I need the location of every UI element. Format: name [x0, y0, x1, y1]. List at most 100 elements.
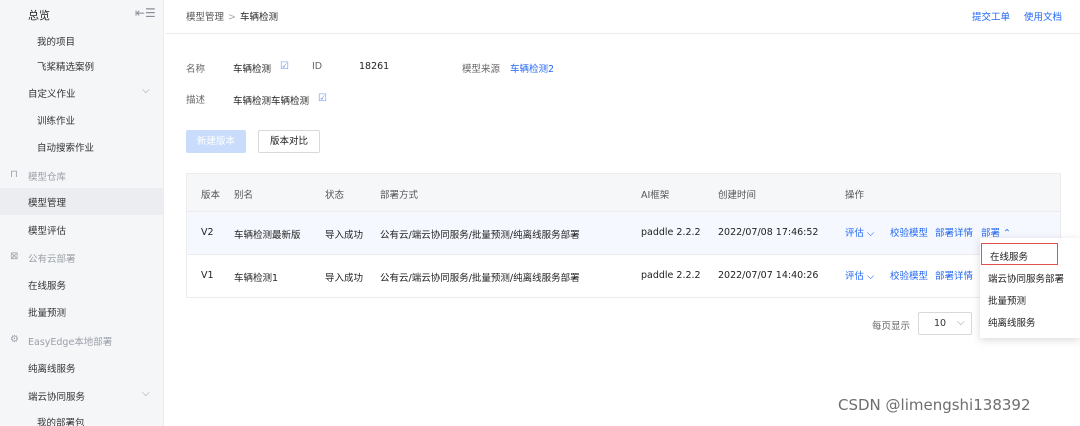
validate-model-link[interactable]: 校验模型 [890, 225, 928, 239]
version-table: 版本 别名 状态 部署方式 AI框架 创建时间 操作 V2 车辆检测最新版 导入… [186, 173, 1061, 298]
new-version-button[interactable]: 新建版本 [186, 130, 246, 153]
sidebar-item-paddle-cases[interactable]: 飞桨精选案例 [0, 52, 163, 79]
cell-version: V2 [201, 227, 214, 238]
sidebar-item-auto-search-jobs[interactable]: 自动搜索作业 [0, 133, 163, 160]
submit-ticket-link[interactable]: 提交工单 [972, 12, 1010, 23]
table-row: V1 车辆检测1 导入成功 公有云/端云协同服务/批量预测/纯离线服务部署 pa… [187, 255, 1060, 298]
evaluate-button[interactable]: 评估 ⌵ [845, 268, 874, 282]
sidebar-group-label: 模型仓库 [28, 172, 67, 183]
sidebar-item-label: 我的部署包 [37, 418, 85, 426]
edit-icon[interactable]: ☑ [318, 93, 327, 104]
sidebar-item-label: 我的项目 [37, 37, 76, 48]
dropdown-item-label: 批量预测 [988, 296, 1027, 307]
dropdown-item-label: 纯离线服务 [988, 318, 1036, 329]
dropdown-item-edge-cloud[interactable]: 端云协同服务部署 [980, 266, 1080, 288]
sidebar-item-model-management[interactable]: 模型管理 [0, 188, 163, 215]
source-label: 模型来源 [462, 64, 501, 75]
breadcrumb-current: 车辆检测 [239, 12, 278, 23]
sidebar-item-label: 自定义作业 [28, 89, 76, 100]
gear-icon: ⚙ [10, 334, 19, 345]
header-links: 提交工单 使用文档 [958, 9, 1062, 23]
cell-alias: 车辆检测1 [234, 273, 279, 284]
breadcrumb-parent[interactable]: 模型管理 [186, 12, 224, 23]
sidebar-item-model-evaluation[interactable]: 模型评估 [0, 216, 163, 243]
dropdown-item-label: 在线服务 [990, 252, 1029, 263]
cell-version: V1 [201, 270, 214, 281]
cell-status: 导入成功 [325, 273, 364, 284]
col-created: 创建时间 [718, 190, 757, 201]
deploy-details-link[interactable]: 部署详情 [935, 268, 973, 282]
sidebar-item-online-service[interactable]: 在线服务 [0, 271, 163, 298]
chevron-right-icon: > [228, 12, 236, 23]
cell-alias: 车辆检测最新版 [234, 230, 301, 241]
source-link[interactable]: 车辆检测2 [510, 61, 554, 75]
desc-label: 描述 [186, 95, 206, 106]
dropdown-item-batch-predict[interactable]: 批量预测 [980, 288, 1080, 310]
name-label: 名称 [186, 64, 206, 75]
id-value: 18261 [359, 61, 390, 72]
sidebar-group-model-repo: ⊓ 模型仓库 [0, 162, 163, 189]
sidebar-item-label: 纯离线服务 [28, 364, 76, 375]
name-value: 车辆检测 [233, 64, 272, 75]
table-header: 版本 别名 状态 部署方式 AI框架 创建时间 操作 [187, 174, 1060, 212]
sidebar-group-label: EasyEdge本地部署 [28, 337, 113, 348]
chevron-down-icon: ⌵ [957, 317, 965, 328]
sidebar-item-my-projects[interactable]: 我的项目 [0, 27, 163, 54]
id-label: ID [312, 61, 323, 72]
evaluate-button[interactable]: 评估 ⌵ [845, 225, 874, 239]
col-status: 状态 [325, 190, 345, 201]
cloud-deploy-icon: ⊠ [10, 251, 19, 262]
col-deploy: 部署方式 [380, 190, 419, 201]
cell-framework: paddle 2.2.2 [641, 270, 701, 281]
sidebar-item-training-jobs[interactable]: 训练作业 [0, 106, 163, 133]
sidebar-item-custom-jobs[interactable]: 自定义作业 ⌵ [0, 79, 163, 106]
sidebar-header: 总览 ⇤☰ [0, 0, 163, 30]
header: 模型管理 > 车辆检测 提交工单 使用文档 [165, 0, 1080, 34]
docs-link[interactable]: 使用文档 [1024, 12, 1062, 23]
validate-model-link[interactable]: 校验模型 [890, 268, 928, 282]
sidebar-item-label: 模型管理 [28, 198, 67, 209]
sidebar-item-label: 模型评估 [28, 226, 67, 237]
sidebar-item-label: 批量预测 [28, 308, 67, 319]
sidebar-item-label: 端云协同服务 [28, 392, 86, 403]
sidebar-title[interactable]: 总览 [28, 7, 50, 23]
collapse-menu-icon[interactable]: ⇤☰ [135, 6, 156, 20]
deploy-details-link[interactable]: 部署详情 [935, 225, 973, 239]
cell-deploy: 公有云/端云协同服务/批量预测/纯离线服务部署 [380, 230, 580, 241]
col-framework: AI框架 [641, 190, 670, 201]
desc-value: 车辆检测车辆检测 [233, 96, 310, 107]
dropdown-item-online-service[interactable]: 在线服务 [981, 243, 1058, 265]
watermark: CSDN @limengshi138392 [838, 396, 1031, 414]
sidebar-group-easyedge: ⚙ EasyEdge本地部署 [0, 327, 163, 354]
deploy-dropdown-menu: 在线服务 端云协同服务部署 批量预测 纯离线服务 [980, 238, 1080, 338]
breadcrumb: 模型管理 > 车辆检测 [186, 9, 278, 23]
page-size-label: 每页显示 [872, 321, 911, 332]
page-size-select[interactable]: 10 ⌵ [918, 312, 972, 335]
cell-framework: paddle 2.2.2 [641, 227, 701, 238]
sidebar-item-label: 自动搜索作业 [37, 143, 95, 154]
col-alias: 别名 [234, 190, 254, 201]
sidebar-group-label: 公有云部署 [28, 254, 76, 265]
col-actions: 操作 [845, 190, 865, 201]
repository-icon: ⊓ [10, 169, 18, 180]
dropdown-item-offline-service[interactable]: 纯离线服务 [980, 310, 1080, 332]
cell-created: 2022/07/07 14:40:26 [718, 270, 819, 281]
chevron-down-icon: ⌵ [142, 388, 150, 399]
sidebar-item-label: 训练作业 [37, 116, 76, 127]
sidebar: 总览 ⇤☰ 我的项目 飞桨精选案例 自定义作业 ⌵ 训练作业 自动搜索作业 ⊓ 模型… [0, 0, 164, 426]
col-version: 版本 [201, 190, 221, 201]
cell-deploy: 公有云/端云协同服务/批量预测/纯离线服务部署 [380, 273, 580, 284]
sidebar-group-public-cloud: ⊠ 公有云部署 [0, 244, 163, 271]
cell-status: 导入成功 [325, 230, 364, 241]
dropdown-item-label: 端云协同服务部署 [988, 274, 1065, 285]
edit-icon[interactable]: ☑ [280, 61, 289, 72]
compare-version-button[interactable]: 版本对比 [258, 130, 320, 153]
sidebar-item-offline-service[interactable]: 纯离线服务 [0, 354, 163, 381]
deploy-button[interactable]: 部署 ⌃ [981, 225, 1011, 239]
sidebar-item-edge-cloud[interactable]: 端云协同服务 ⌵ [0, 382, 163, 409]
sidebar-item-batch-predict[interactable]: 批量预测 [0, 298, 163, 325]
sidebar-item-label: 飞桨精选案例 [37, 62, 95, 73]
sidebar-item-label: 在线服务 [28, 281, 67, 292]
sidebar-item-my-packages[interactable]: 我的部署包 [0, 408, 163, 426]
table-row: V2 车辆检测最新版 导入成功 公有云/端云协同服务/批量预测/纯离线服务部署 … [187, 212, 1060, 255]
